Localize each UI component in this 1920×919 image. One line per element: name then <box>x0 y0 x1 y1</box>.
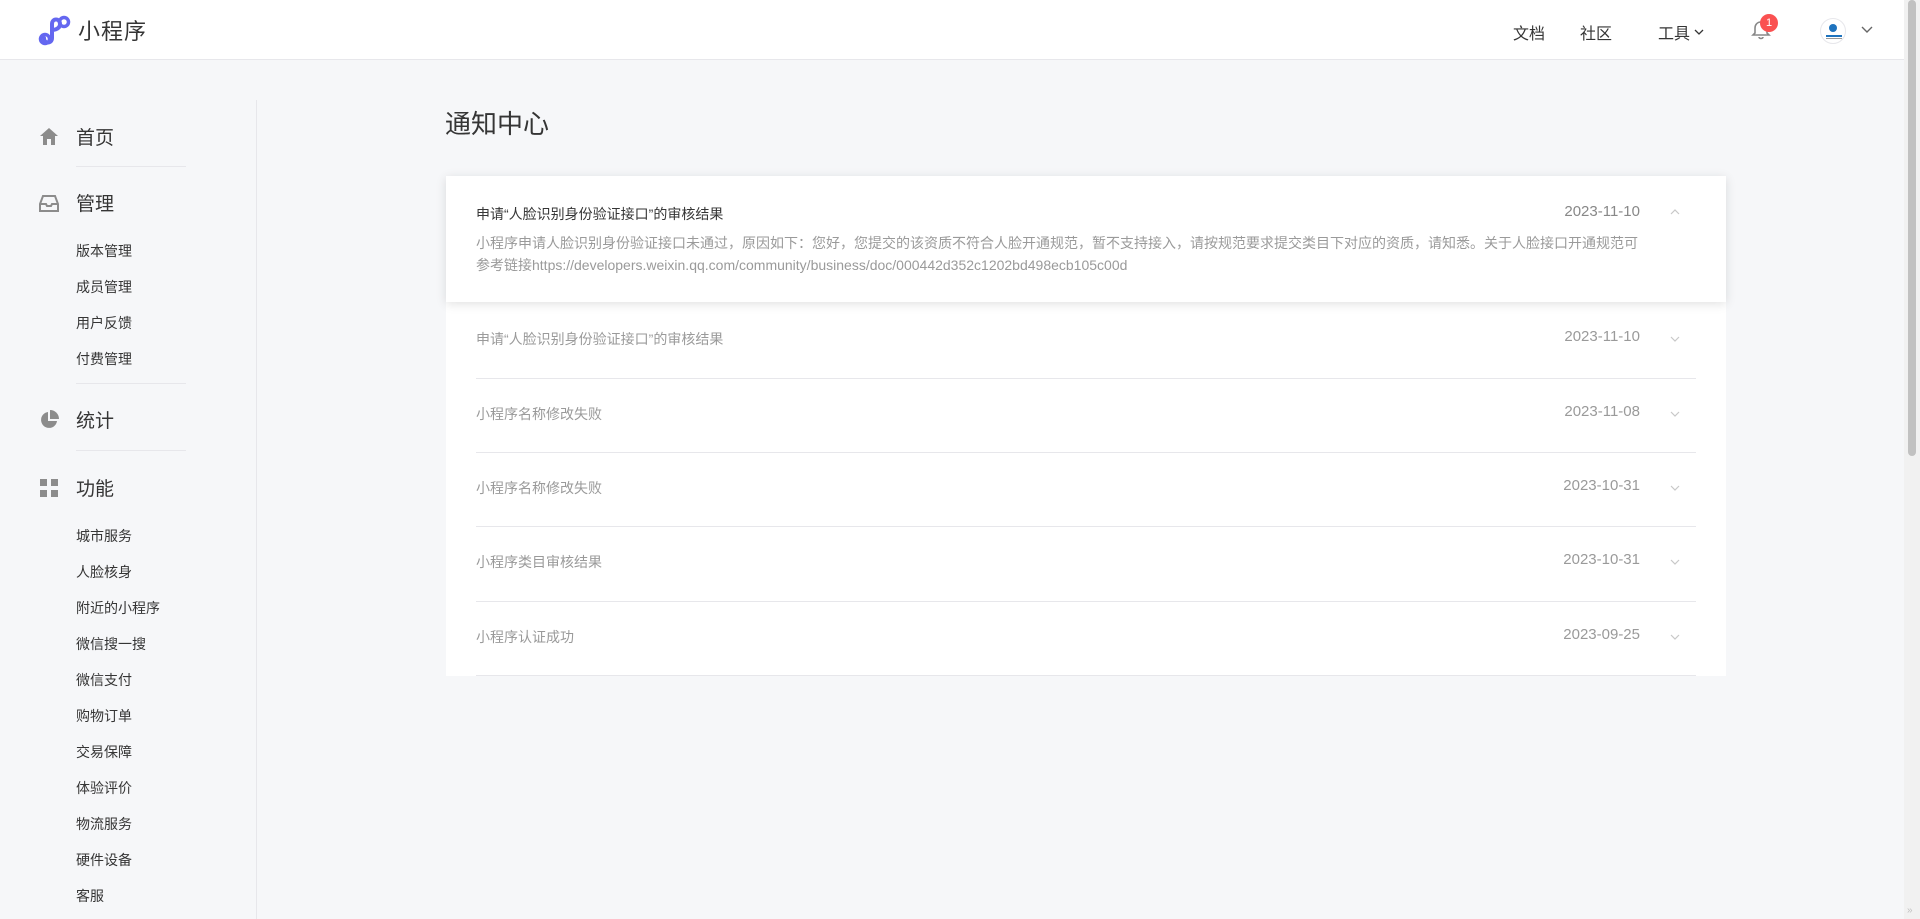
sidebar-item-version[interactable]: 版本管理 <box>76 241 132 261</box>
sidebar-item-hardware[interactable]: 硬件设备 <box>76 850 132 870</box>
pie-chart-icon <box>41 409 59 428</box>
notice-item[interactable]: 申请“人脸识别身份验证接口”的审核结果 2023-11-10 <box>446 303 1726 377</box>
sidebar-label-manage: 管理 <box>76 194 115 215</box>
sidebar-item-features[interactable]: 功能 <box>38 474 114 501</box>
sidebar-label-home: 首页 <box>76 128 115 149</box>
sidebar-item-home[interactable]: 首页 <box>38 123 114 150</box>
home-icon <box>40 127 58 145</box>
scrollbar-thumb[interactable] <box>1908 0 1916 456</box>
sidebar-item-customer-service[interactable]: 客服 <box>76 886 104 906</box>
mini-program-logo-icon <box>38 15 71 46</box>
sidebar-item-wechat-search[interactable]: 微信搜一搜 <box>76 634 146 654</box>
notice-body: 小程序申请人脸识别身份验证接口未通过，原因如下：您好，您提交的该资质不符合人脸开… <box>476 235 1638 273</box>
sidebar-item-shopping-orders[interactable]: 购物订单 <box>76 706 132 726</box>
sidebar-item-payment[interactable]: 付费管理 <box>76 349 132 369</box>
notice-title: 小程序认证成功 <box>476 629 574 645</box>
sidebar-item-members[interactable]: 成员管理 <box>76 277 132 297</box>
sidebar-item-wechat-pay[interactable]: 微信支付 <box>76 670 132 690</box>
notice-item[interactable]: 小程序类目审核结果 2023-10-31 <box>446 526 1726 600</box>
sidebar-item-city-service[interactable]: 城市服务 <box>76 526 132 546</box>
sidebar-item-manage[interactable]: 管理 <box>38 189 114 216</box>
notice-title: 申请“人脸识别身份验证接口”的审核结果 <box>476 331 724 347</box>
nav-tools-label: 工具 <box>1658 26 1691 43</box>
notice-title: 申请“人脸识别身份验证接口”的审核结果 <box>476 206 724 222</box>
notice-title: 小程序类目审核结果 <box>476 554 602 570</box>
nav-community-link[interactable]: 社区 <box>1580 20 1612 44</box>
chevron-down-icon <box>1670 411 1680 417</box>
sidebar-divider <box>76 450 186 451</box>
sidebar-item-experience-review[interactable]: 体验评价 <box>76 778 132 798</box>
notice-title: 小程序名称修改失败 <box>476 480 602 496</box>
account-avatar[interactable] <box>1820 18 1846 44</box>
row-divider <box>476 675 1696 676</box>
sidebar-item-trade-guarantee[interactable]: 交易保障 <box>76 742 132 762</box>
sidebar-item-logistics[interactable]: 物流服务 <box>76 814 132 834</box>
notice-date: 2023-11-08 <box>1564 403 1640 420</box>
chevron-down-icon <box>1694 29 1704 35</box>
top-header: 小程序 <box>0 0 1904 60</box>
chevron-down-icon[interactable] <box>1861 25 1873 35</box>
sidebar-item-nearby[interactable]: 附近的小程序 <box>76 598 160 618</box>
sidebar-item-stats[interactable]: 统计 <box>38 406 114 433</box>
notice-title: 小程序名称修改失败 <box>476 406 602 422</box>
inbox-icon <box>39 194 59 212</box>
sidebar-divider <box>76 166 186 167</box>
sidebar-label-features: 功能 <box>76 479 115 500</box>
page-title: 通知中心 <box>445 109 550 139</box>
sidebar-item-face-verify[interactable]: 人脸核身 <box>76 562 132 582</box>
notice-item[interactable]: 小程序认证成功 2023-09-25 <box>446 601 1726 675</box>
resize-corner-icon: » <box>1907 905 1913 916</box>
notice-date: 2023-11-10 <box>1564 203 1640 220</box>
notification-badge: 1 <box>1760 14 1778 32</box>
notice-date: 2023-11-10 <box>1564 328 1640 345</box>
app-logo[interactable]: 小程序 <box>38 14 147 46</box>
nav-docs-link[interactable]: 文档 <box>1513 20 1545 44</box>
chevron-down-icon <box>1670 634 1680 640</box>
notice-date: 2023-09-25 <box>1563 626 1640 643</box>
chevron-down-icon <box>1670 336 1680 342</box>
sidebar-divider <box>76 383 186 384</box>
chevron-down-icon <box>1670 485 1680 491</box>
sidebar-label-stats: 统计 <box>76 411 115 432</box>
notice-date: 2023-10-31 <box>1563 477 1640 494</box>
notice-date: 2023-10-31 <box>1563 551 1640 568</box>
app-name: 小程序 <box>78 19 148 44</box>
chevron-up-icon <box>1670 209 1680 215</box>
nav-tools-menu[interactable]: 工具 <box>1658 20 1704 44</box>
chevron-down-icon <box>1670 559 1680 565</box>
grid-icon <box>40 478 58 497</box>
sidebar-item-feedback[interactable]: 用户反馈 <box>76 313 132 333</box>
notice-item[interactable]: 小程序名称修改失败 2023-11-08 <box>446 378 1726 452</box>
notice-item[interactable]: 小程序名称修改失败 2023-10-31 <box>446 452 1726 526</box>
notice-item-expanded[interactable]: 申请“人脸识别身份验证接口”的审核结果 2023-11-10 小程序申请人脸识别… <box>446 176 1726 302</box>
